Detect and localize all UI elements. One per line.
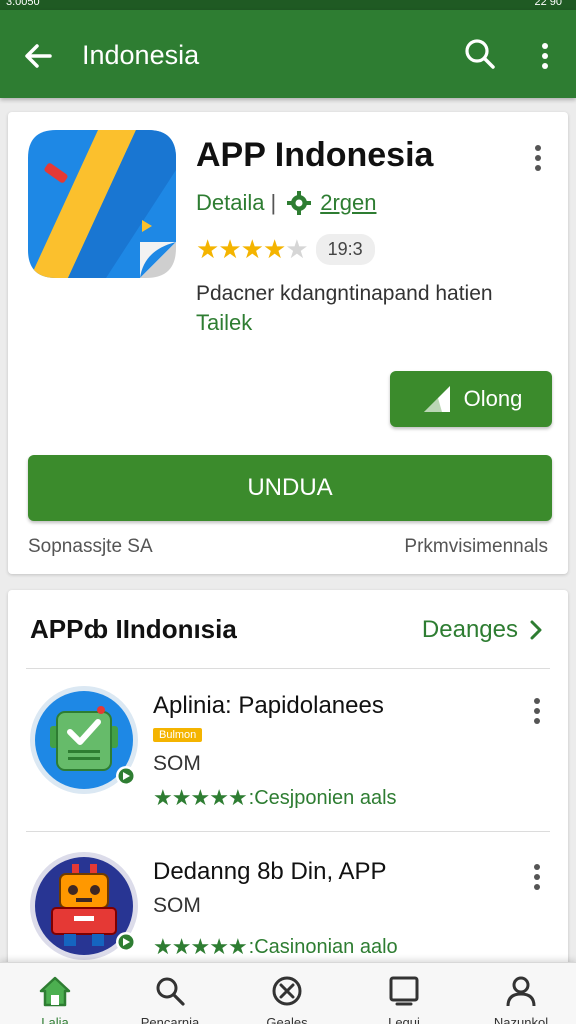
list-item-stars: ★★★★★ <box>153 785 248 811</box>
app-bar: Indonesia <box>0 10 576 98</box>
list-item-size: SOM <box>153 752 201 775</box>
star-filled-icon: ★ <box>240 234 264 264</box>
app-meta: Detaila | 2rgen <box>196 190 376 216</box>
app-description: Pdacner kdangntinapand hatien <box>196 282 493 305</box>
star-filled-icon: ★ <box>171 785 192 810</box>
star-filled-icon: ★ <box>262 234 286 264</box>
robot-app-icon <box>30 686 138 794</box>
list-item-overflow-icon[interactable] <box>526 860 548 894</box>
permissions-link[interactable]: Prkmvisimennals <box>404 536 548 558</box>
status-bar-clock: 22 90 <box>534 0 562 8</box>
app-title: APP Indonesia <box>196 136 434 174</box>
list-item-rating-text: :Casinonian aalo <box>248 935 398 958</box>
robot-app-icon <box>30 852 138 960</box>
list-item-rating-text: :Cesjponien aals <box>248 786 397 809</box>
list-item-rating: ★★★★★ :Cesjponien aals <box>153 785 397 811</box>
list-item-rating: ★★★★★ :Casinonian aalo <box>153 934 398 960</box>
overflow-menu-icon[interactable] <box>530 38 560 74</box>
status-bar-time: 3:0050 <box>6 0 40 8</box>
nav-label: Pencarnia <box>140 1015 200 1024</box>
card-overflow-icon[interactable] <box>526 140 550 176</box>
nav-label: Lalia <box>41 1015 69 1024</box>
nav-label: Lequi <box>388 1015 420 1024</box>
star-filled-icon: ★ <box>190 785 210 810</box>
section-title: APPȸ IIndonısia <box>30 614 237 644</box>
gear-badge-icon <box>287 191 312 215</box>
back-arrow-icon[interactable] <box>20 38 56 74</box>
nav-label: Nazunkol <box>493 1015 549 1024</box>
app-rating: ★★★★★ 19:3 <box>196 234 375 265</box>
list-divider <box>26 831 550 832</box>
nav-item-search[interactable]: Pencarnia <box>115 973 225 1024</box>
section-more-link[interactable]: Deanges <box>422 616 546 644</box>
developer-label: Sopnassjte SA <box>28 536 153 557</box>
close-circle-icon <box>272 976 302 1006</box>
star-filled-icon: ★ <box>153 934 173 959</box>
list-item-tag: Bulmon <box>153 728 203 742</box>
star-empty-icon: ★ <box>285 234 308 264</box>
install-button[interactable]: UNDUA <box>28 455 552 521</box>
app-rank-link[interactable]: 2rgen <box>320 190 376 216</box>
star-filled-icon: ★ <box>153 785 173 810</box>
app-description-link[interactable]: Tailek <box>196 310 252 336</box>
open-arrow-icon <box>423 386 450 412</box>
tablet-icon <box>389 976 419 1006</box>
app-detail-card: APP Indonesia Detaila | 2rgen ★★★★★ 19:3… <box>8 112 568 574</box>
star-filled-icon: ★ <box>209 785 229 810</box>
star-filled-icon: ★ <box>190 934 210 959</box>
star-filled-icon: ★ <box>227 934 248 959</box>
list-item-stars: ★★★★★ <box>153 934 248 960</box>
nav-item-library[interactable]: Lequi <box>349 973 459 1024</box>
search-icon[interactable] <box>462 36 498 72</box>
star-filled-icon: ★ <box>196 234 219 264</box>
bottom-navigation: Lalia Pencarnia Geales Lequi Nazunkol <box>0 962 576 1024</box>
app-bar-title: Indonesia <box>82 40 200 70</box>
section-divider <box>26 668 550 669</box>
search-icon <box>156 977 185 1006</box>
rating-stars: ★★★★★ <box>196 234 309 265</box>
nav-item-profile[interactable]: Nazunkol <box>466 973 576 1024</box>
star-filled-icon: ★ <box>209 934 229 959</box>
related-apps-card: APPȸ IIndonısia Deanges Aplinia: Papidol… <box>8 590 568 1024</box>
list-item-size: SOM <box>153 894 201 917</box>
open-button[interactable]: Olong <box>390 371 552 427</box>
app-category[interactable]: Detaila <box>196 190 264 216</box>
section-more-label: Deanges <box>421 616 518 643</box>
list-item-title: Dedanng 8b Din, APP <box>153 858 387 885</box>
star-filled-icon: ★ <box>227 785 248 810</box>
nav-item-home[interactable]: Lalia <box>0 973 110 1024</box>
status-bar: 3:0050 22 90 <box>0 0 576 10</box>
star-filled-icon: ★ <box>218 234 241 264</box>
star-filled-icon: ★ <box>171 934 192 959</box>
app-logo-icon <box>28 130 176 278</box>
nav-label: Geales <box>266 1015 308 1024</box>
home-icon <box>39 976 71 1007</box>
meta-separator: | <box>270 190 277 215</box>
list-item-title: Aplinia: Papidolanees <box>153 692 384 719</box>
chevron-right-icon <box>530 620 542 640</box>
nav-item-games[interactable]: Geales <box>232 973 342 1024</box>
list-item[interactable]: Aplinia: Papidolanees Bulmon SOM ★★★★★ :… <box>8 670 568 830</box>
rating-badge: 19:3 <box>315 234 375 265</box>
list-item-overflow-icon[interactable] <box>526 694 548 728</box>
open-button-label: Olong <box>463 386 523 411</box>
person-icon <box>506 976 536 1007</box>
